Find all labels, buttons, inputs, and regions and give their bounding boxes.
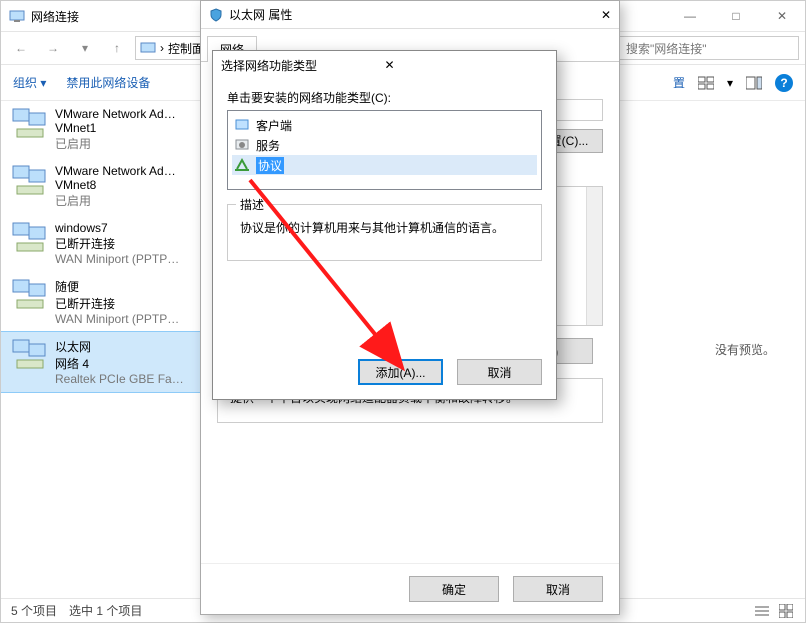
network-icon (140, 40, 156, 56)
feature-type-item[interactable]: 协议 (232, 155, 537, 175)
adapter-name: 以太网 (55, 338, 184, 355)
protocol-icon (234, 157, 250, 173)
adapter-icon (11, 338, 47, 372)
network-icon (9, 8, 25, 24)
description-text: 协议是你的计算机用来与其他计算机通信的语言。 (240, 219, 529, 236)
feature-type-label: 客户端 (256, 117, 292, 134)
dialog-title: 选择网络功能类型 (221, 57, 377, 74)
add-button[interactable]: 添加(A)... (358, 359, 443, 385)
adapter-status: 网络 4 (55, 355, 184, 372)
maximize-button[interactable]: □ (713, 1, 759, 31)
close-button[interactable]: ✕ (759, 1, 805, 31)
adapter-status: 已断开连接 (55, 235, 179, 252)
recent-button[interactable]: ▾ (71, 35, 99, 61)
icons-view-icon[interactable] (777, 602, 795, 620)
minimize-button[interactable]: — (667, 1, 713, 31)
close-icon[interactable]: ✕ (593, 6, 619, 24)
ok-button[interactable]: 确定 (409, 576, 499, 602)
close-icon[interactable]: ✕ (377, 56, 549, 74)
dialog-title: 以太网 属性 (229, 6, 292, 23)
forward-button[interactable]: → (39, 35, 67, 61)
adapter-item[interactable]: VMware Network Ad…VMnet8已启用 (1, 158, 201, 215)
adapter-status: VMnet1 (55, 121, 176, 135)
adapter-item[interactable]: 随便已断开连接WAN Miniport (PPTP… (1, 272, 201, 332)
adapter-sub: 已启用 (55, 192, 176, 209)
feature-type-listbox[interactable]: 客户端服务协议 (227, 110, 542, 190)
up-button[interactable]: ↑ (103, 35, 131, 61)
adapter-status: VMnet8 (55, 178, 176, 192)
toolbar-extra[interactable]: 置 (673, 74, 685, 91)
help-icon[interactable]: ? (775, 74, 793, 92)
shield-icon (209, 8, 223, 22)
feature-type-item[interactable]: 客户端 (232, 115, 537, 135)
adapter-item[interactable]: VMware Network Ad…VMnet1已启用 (1, 101, 201, 158)
adapter-name: windows7 (55, 221, 179, 235)
search-input[interactable]: 搜索"网络连接" (619, 36, 799, 60)
adapter-item[interactable]: windows7已断开连接WAN Miniport (PPTP… (1, 215, 201, 272)
no-preview-text: 没有预览。 (715, 341, 775, 358)
feature-type-label: 协议 (256, 157, 284, 174)
adapter-sub: WAN Miniport (PPTP… (55, 252, 179, 266)
adapter-icon (11, 221, 47, 255)
adapter-sub: 已启用 (55, 135, 176, 152)
adapter-item[interactable]: 以太网网络 4Realtek PCIe GBE Fa… (1, 332, 201, 392)
organize-menu[interactable]: 组织 ▾ (13, 74, 46, 91)
cancel-button[interactable]: 取消 (513, 576, 603, 602)
adapter-icon (11, 107, 47, 141)
client-icon (234, 117, 250, 133)
service-icon (234, 137, 250, 153)
view-icon[interactable] (697, 74, 715, 92)
description-legend: 描述 (236, 196, 268, 213)
cancel-button[interactable]: 取消 (457, 359, 542, 385)
adapter-sub: Realtek PCIe GBE Fa… (55, 372, 184, 386)
adapter-sub: WAN Miniport (PPTP… (55, 312, 179, 326)
adapter-name: 随便 (55, 278, 179, 295)
details-view-icon[interactable] (753, 602, 771, 620)
feature-type-label: 服务 (256, 137, 280, 154)
disable-device-button[interactable]: 禁用此网络设备 (66, 74, 150, 91)
adapter-status: 已断开连接 (55, 295, 179, 312)
select-feature-type-dialog: 选择网络功能类型 ✕ 单击要安装的网络功能类型(C): 客户端服务协议 描述 协… (212, 50, 557, 400)
adapter-icon (11, 278, 47, 312)
back-button[interactable]: ← (7, 35, 35, 61)
instruction-label: 单击要安装的网络功能类型(C): (227, 89, 542, 106)
adapter-name: VMware Network Ad… (55, 107, 176, 121)
feature-type-item[interactable]: 服务 (232, 135, 537, 155)
adapter-icon (11, 164, 47, 198)
adapter-name: VMware Network Ad… (55, 164, 176, 178)
scrollbar[interactable] (586, 187, 602, 325)
adapter-list: VMware Network Ad…VMnet1已启用VMware Networ… (1, 101, 201, 598)
status-item-count: 5 个项目 (11, 602, 57, 619)
status-selection: 选中 1 个项目 (69, 602, 142, 619)
preview-pane-icon[interactable] (745, 74, 763, 92)
